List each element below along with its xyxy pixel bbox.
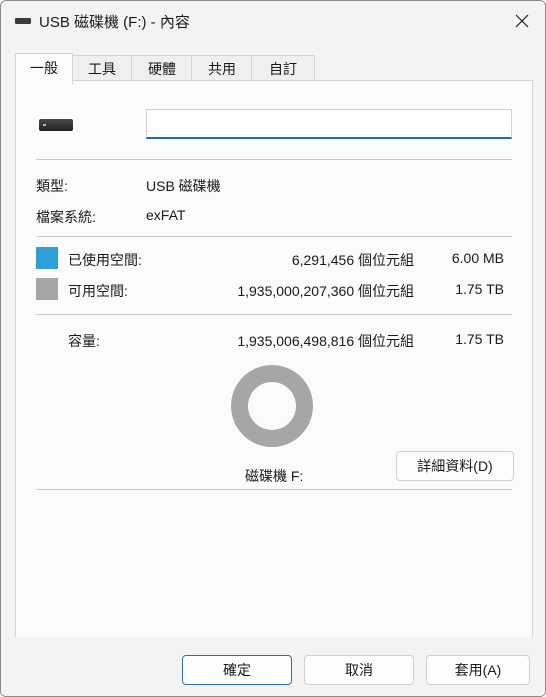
used-space-bytes: 6,291,456 個位元組 — [291, 252, 414, 268]
separator — [36, 489, 512, 490]
used-space-label: 已使用空間: — [68, 252, 142, 268]
tab-customize[interactable]: 自訂 — [251, 55, 315, 82]
details-button[interactable]: 詳細資料(D) — [396, 451, 514, 481]
tab-sharing[interactable]: 共用 — [191, 55, 253, 82]
tab-tools[interactable]: 工具 — [71, 55, 133, 82]
capacity-bytes: 1,935,006,498,816 個位元組 — [237, 333, 414, 349]
drive-name-input[interactable] — [146, 109, 512, 139]
ok-button[interactable]: 確定 — [182, 655, 292, 685]
tab-hardware[interactable]: 硬體 — [131, 55, 193, 82]
close-icon — [515, 14, 529, 28]
type-label: 類型: — [36, 178, 68, 194]
tab-general[interactable]: 一般 — [15, 53, 73, 84]
apply-button[interactable]: 套用(A) — [426, 655, 530, 685]
used-space-swatch — [36, 247, 58, 269]
type-value: USB 磁碟機 — [146, 178, 221, 194]
separator — [36, 159, 512, 160]
separator — [36, 314, 512, 315]
separator — [36, 236, 512, 237]
filesystem-value: exFAT — [146, 207, 186, 223]
close-button[interactable] — [499, 1, 545, 41]
free-space-size: 1.75 TB — [455, 281, 504, 297]
title-bar: USB 磁碟機 (F:) - 內容 — [1, 1, 545, 41]
usb-drive-icon — [39, 119, 73, 131]
free-space-label: 可用空間: — [68, 283, 128, 299]
filesystem-label: 檔案系統: — [36, 209, 96, 225]
usage-donut-chart — [231, 365, 313, 447]
properties-window: USB 磁碟機 (F:) - 內容 一般 工具 硬體 共用 自訂 類型: USB… — [0, 0, 546, 697]
free-space-swatch — [36, 278, 58, 300]
drive-icon — [15, 18, 31, 24]
dialog-footer: 確定 取消 套用(A) — [1, 637, 545, 696]
capacity-label: 容量: — [68, 333, 100, 349]
used-space-size: 6.00 MB — [451, 250, 504, 266]
general-panel: 類型: USB 磁碟機 檔案系統: exFAT 已使用空間: 6,291,456… — [15, 80, 533, 638]
window-title: USB 磁碟機 (F:) - 內容 — [39, 14, 190, 31]
capacity-size: 1.75 TB — [455, 331, 504, 347]
drive-letter-label: 磁碟機 F: — [245, 468, 304, 484]
free-space-bytes: 1,935,000,207,360 個位元組 — [237, 283, 414, 299]
cancel-button[interactable]: 取消 — [304, 655, 414, 685]
